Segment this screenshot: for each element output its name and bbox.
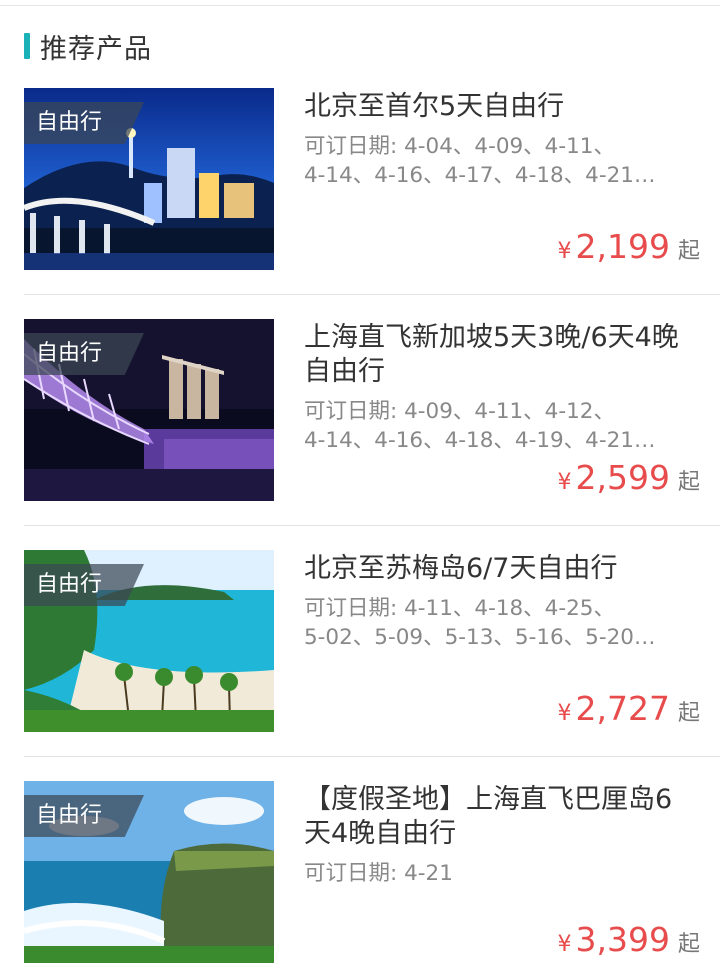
product-card-bali[interactable]: 自由行 【度假圣地】上海直飞巴厘岛6 天4晚自由行 可订日期: 4-21 ¥ 3… (24, 781, 720, 963)
section-accent-bar (24, 33, 30, 59)
price-suffix: 起 (677, 932, 700, 957)
item-divider (24, 525, 720, 526)
product-title-line: 上海直飞新加坡5天3晚/6天4晚 (304, 322, 679, 353)
product-title-line: 北京至苏梅岛6/7天自由行 (304, 553, 618, 584)
product-tag-free-travel: 自由行 (24, 333, 144, 375)
dates-line-2: 5-02、5-09、5-13、5-16、5-20… (304, 625, 656, 650)
item-divider (24, 756, 720, 757)
price-suffix: 起 (677, 239, 700, 264)
product-image-singapore: 自由行 (24, 319, 274, 501)
product-image-koh-samui: 自由行 (24, 550, 274, 732)
dates-line-1: 4-21 (404, 861, 453, 886)
currency-symbol: ¥ (557, 932, 572, 957)
dates-line-2: 4-14、4-16、4-18、4-19、4-21… (304, 428, 656, 453)
product-dates: 可订日期: 4-21 (304, 859, 704, 888)
product-info: 【度假圣地】上海直飞巴厘岛6 天4晚自由行 可订日期: 4-21 ¥ 3,399… (304, 781, 704, 963)
product-tag-free-travel: 自由行 (24, 564, 144, 606)
dates-line-1: 4-09、4-11、4-12、 (404, 399, 615, 424)
currency-symbol: ¥ (557, 470, 572, 495)
top-divider (0, 5, 720, 6)
price-amount: 2,599 (575, 458, 670, 497)
product-price: ¥ 2,199 起 (558, 227, 701, 266)
date-label: 可订日期: (304, 399, 398, 424)
product-card-singapore[interactable]: 自由行 上海直飞新加坡5天3晚/6天4晚 自由行 可订日期: 4-09、4-11… (24, 319, 720, 501)
price-amount: 2,727 (575, 689, 670, 728)
price-suffix: 起 (677, 470, 700, 495)
price-suffix: 起 (677, 701, 700, 726)
currency-symbol: ¥ (557, 701, 572, 726)
product-info: 上海直飞新加坡5天3晚/6天4晚 自由行 可订日期: 4-09、4-11、4-1… (304, 319, 704, 501)
section-title: 推荐产品 (40, 33, 152, 65)
product-price: ¥ 2,727 起 (558, 689, 701, 728)
product-info: 北京至首尔5天自由行 可订日期: 4-04、4-09、4-11、 4-14、4-… (304, 88, 704, 270)
item-divider (24, 294, 720, 295)
date-label: 可订日期: (304, 861, 398, 886)
date-label: 可订日期: (304, 596, 398, 621)
product-title: 上海直飞新加坡5天3晚/6天4晚 自由行 (304, 321, 704, 389)
product-image-seoul: 自由行 (24, 88, 274, 270)
product-title-line: 北京至首尔5天自由行 (304, 91, 565, 122)
date-label: 可订日期: (304, 134, 398, 159)
product-title-line: 自由行 (304, 356, 385, 387)
product-title: 北京至苏梅岛6/7天自由行 (304, 552, 704, 586)
price-amount: 3,399 (575, 920, 670, 959)
product-price: ¥ 3,399 起 (558, 920, 701, 959)
product-dates: 可订日期: 4-04、4-09、4-11、 4-14、4-16、4-17、4-1… (304, 132, 704, 190)
product-tag-free-travel: 自由行 (24, 795, 144, 837)
product-card-koh-samui[interactable]: 自由行 北京至苏梅岛6/7天自由行 可订日期: 4-11、4-18、4-25、 … (24, 550, 720, 732)
product-title-line: 天4晚自由行 (304, 818, 457, 849)
product-card-seoul[interactable]: 自由行 北京至首尔5天自由行 可订日期: 4-04、4-09、4-11、 4-1… (24, 88, 720, 270)
product-info: 北京至苏梅岛6/7天自由行 可订日期: 4-11、4-18、4-25、 5-02… (304, 550, 704, 732)
product-image-bali: 自由行 (24, 781, 274, 963)
product-tag-free-travel: 自由行 (24, 102, 144, 144)
currency-symbol: ¥ (557, 239, 572, 264)
dates-line-2: 4-14、4-16、4-17、4-18、4-21… (304, 163, 656, 188)
product-dates: 可订日期: 4-11、4-18、4-25、 5-02、5-09、5-13、5-1… (304, 594, 704, 652)
product-dates: 可订日期: 4-09、4-11、4-12、 4-14、4-16、4-18、4-1… (304, 397, 704, 455)
price-amount: 2,199 (575, 227, 670, 266)
product-title: 北京至首尔5天自由行 (304, 90, 704, 124)
product-price: ¥ 2,599 起 (558, 458, 701, 497)
product-title: 【度假圣地】上海直飞巴厘岛6 天4晚自由行 (304, 783, 704, 851)
section-header: 推荐产品 (24, 26, 152, 66)
dates-line-1: 4-04、4-09、4-11、 (404, 134, 615, 159)
product-title-line: 【度假圣地】上海直飞巴厘岛6 (304, 784, 673, 815)
dates-line-1: 4-11、4-18、4-25、 (404, 596, 615, 621)
